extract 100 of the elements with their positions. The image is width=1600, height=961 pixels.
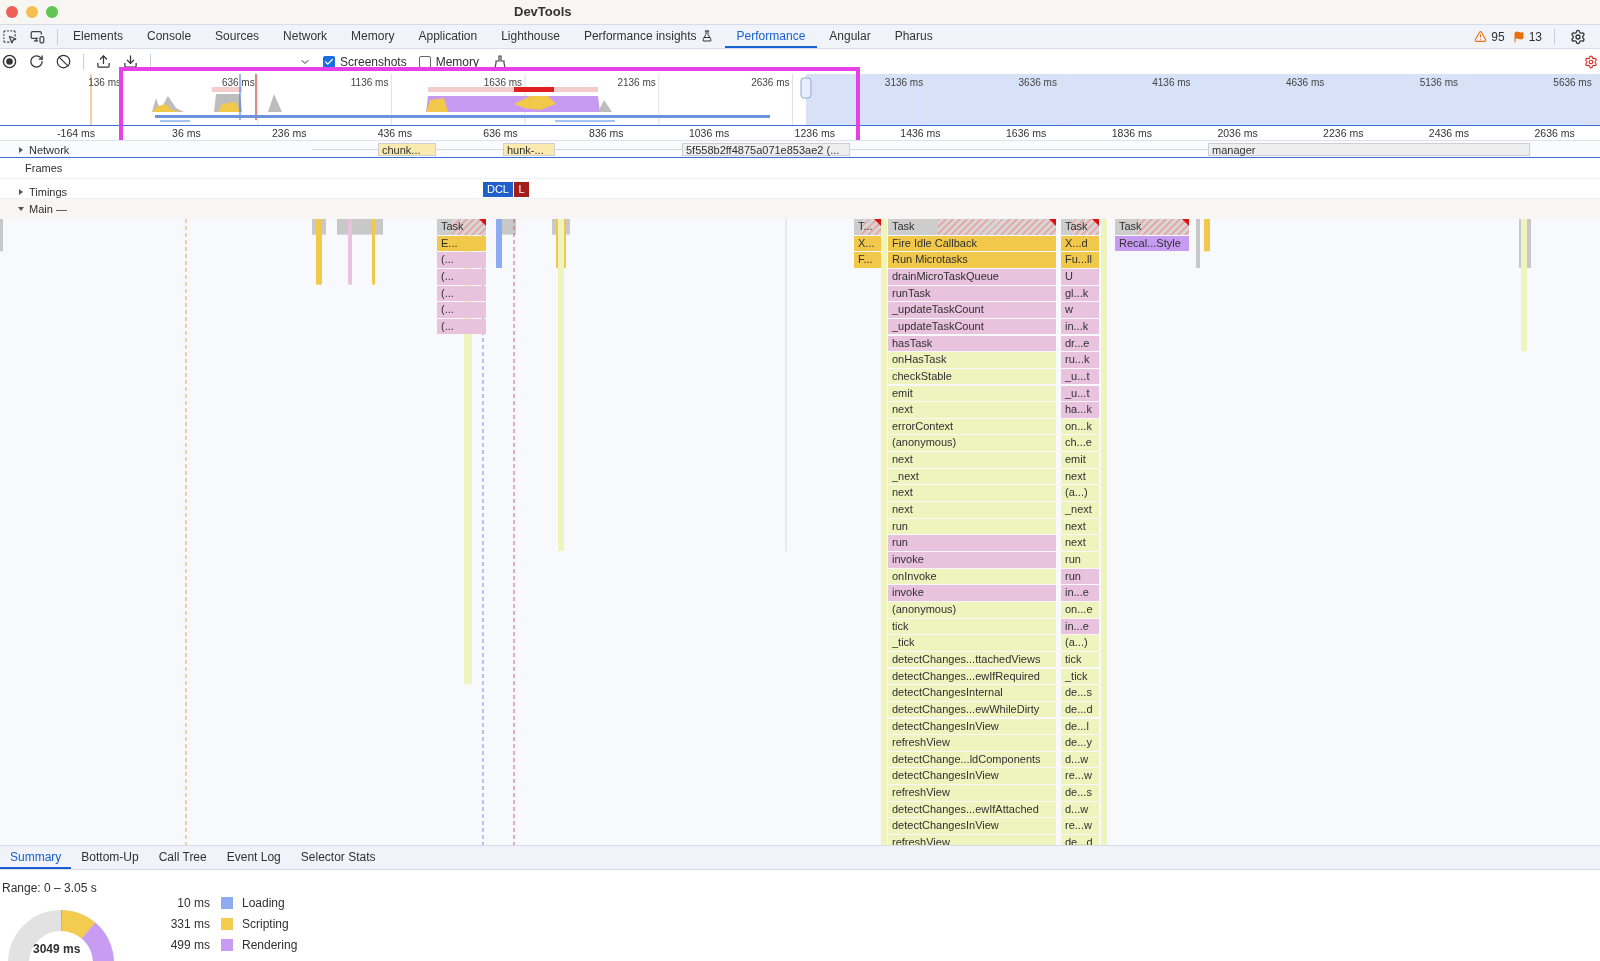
expand-arrow-icon[interactable] — [17, 188, 25, 197]
details-tab[interactable]: Summary — [0, 846, 72, 869]
flame-chart-entry[interactable]: re...w — [1061, 818, 1099, 834]
flame-chart-entry[interactable]: de...d — [1061, 701, 1099, 718]
flame-chart-entry[interactable]: d...w — [1061, 801, 1099, 818]
flame-chart-entry[interactable]: next — [1061, 518, 1099, 535]
flame-chart-entry[interactable]: de...y — [1061, 735, 1099, 751]
record-icon[interactable] — [2, 54, 17, 69]
panel-tab[interactable]: Application — [406, 25, 490, 48]
flame-chart-entry[interactable]: detectChangesInView — [888, 718, 1056, 735]
flame-chart-entry[interactable]: gl...k — [1061, 285, 1099, 302]
flame-chart-entry[interactable]: d...w — [1061, 751, 1099, 768]
flame-chart-entry[interactable]: detectChanges...ewWhileDirty — [888, 701, 1056, 718]
flame-chart-entry[interactable]: onHasTask — [888, 352, 1056, 368]
flame-chart-entry[interactable]: next — [1061, 468, 1099, 485]
flame-chart-entry[interactable]: Run Microtasks — [888, 252, 1056, 268]
flame-chart-entry[interactable]: de...s — [1061, 685, 1099, 701]
flame-chart-entry[interactable]: run — [888, 535, 1056, 551]
network-request-bar[interactable]: 5f558b2ff4875a071e853ae2 (... — [682, 143, 850, 156]
flame-chart-entry[interactable]: detectChangesInView — [888, 768, 1056, 785]
panel-tab[interactable]: Console — [135, 25, 204, 48]
flame-chart-entry[interactable]: F... — [854, 252, 881, 268]
flame-chart-entry[interactable]: in...e — [1061, 618, 1099, 635]
flame-chart-entry[interactable]: (... — [437, 302, 486, 318]
flame-chart-entry[interactable]: _u...t — [1061, 368, 1099, 385]
flame-chart-entry[interactable]: E... — [437, 235, 486, 252]
warning-count[interactable]: 95 — [1491, 27, 1505, 46]
flame-chart-entry[interactable]: re...w — [1061, 768, 1099, 785]
flame-chart-entry[interactable]: invoke — [888, 552, 1056, 568]
network-request-bar[interactable]: manager — [1208, 143, 1530, 156]
flame-chart-entry[interactable]: Task — [888, 219, 1056, 235]
checkbox[interactable] — [323, 55, 335, 68]
flame-chart-entry[interactable]: detectChanges...ttachedViews — [888, 651, 1056, 668]
flame-chart-entry[interactable]: Task — [1061, 219, 1099, 235]
flame-chart-entry[interactable]: Fire Idle Callback — [888, 235, 1056, 252]
flame-chart-entry[interactable]: (a...) — [1061, 485, 1099, 501]
panel-tab[interactable]: Sources — [203, 25, 272, 48]
flame-chart-entry[interactable]: run — [888, 518, 1056, 535]
flame-chart-entry[interactable]: next — [888, 502, 1056, 518]
inspect-icon[interactable] — [2, 29, 17, 44]
flame-chart-entry[interactable]: _updateTaskCount — [888, 302, 1056, 318]
device-toolbar-icon[interactable] — [30, 29, 45, 44]
warning-icon[interactable] — [1474, 30, 1488, 43]
flame-chart-entry[interactable]: runTask — [888, 285, 1056, 302]
issue-flag-icon[interactable] — [1512, 30, 1525, 43]
flame-chart-entry[interactable]: tick — [1061, 651, 1099, 668]
flame-chart-entry[interactable]: Task — [1115, 219, 1189, 235]
flame-chart-entry[interactable]: detectChanges...ewIfAttached — [888, 801, 1056, 818]
flame-chart-entry[interactable]: Task — [437, 219, 486, 235]
flame-chart-entry[interactable]: emit — [1061, 452, 1099, 468]
flame-chart-entry[interactable]: (a...) — [1061, 635, 1099, 651]
checkbox[interactable] — [418, 55, 431, 68]
flame-chart-entry[interactable]: (... — [437, 285, 486, 302]
flame-chart-entry[interactable]: _updateTaskCount — [888, 318, 1056, 335]
flame-chart-entry[interactable]: ch...e — [1061, 435, 1099, 452]
flame-chart-entry[interactable]: detectChange...ldComponents — [888, 751, 1056, 768]
flame-chart-entry[interactable]: de...l — [1061, 718, 1099, 735]
flame-chart-entry[interactable]: X... — [854, 235, 881, 252]
flame-chart-entry[interactable]: (... — [437, 318, 486, 335]
panel-tab[interactable]: Performance insights — [571, 25, 725, 48]
expand-arrow-icon[interactable] — [17, 205, 25, 213]
details-tab[interactable]: Bottom-Up — [71, 846, 149, 869]
flame-chart-entry[interactable]: run — [1061, 552, 1099, 568]
reload-icon[interactable] — [29, 54, 44, 69]
flame-chart-entry[interactable]: detectChangesInView — [888, 818, 1056, 834]
panel-tab[interactable]: Pharus — [882, 25, 945, 48]
flame-chart-entry[interactable]: X...d — [1061, 235, 1099, 252]
flame-chart-entry[interactable]: next — [1061, 535, 1099, 551]
network-request-bar[interactable]: hunk-... — [503, 143, 555, 156]
flame-chart-entry[interactable]: _next — [888, 468, 1056, 485]
flame-chart-entry[interactable]: drainMicroTaskQueue — [888, 268, 1056, 285]
flame-chart-entry[interactable]: dr...e — [1061, 335, 1099, 352]
flame-chart-entry[interactable]: in...k — [1061, 318, 1099, 335]
flame-chart-entry[interactable]: next — [888, 485, 1056, 501]
flame-chart-entry[interactable]: de...s — [1061, 785, 1099, 801]
upload-icon[interactable] — [96, 54, 111, 69]
details-tab[interactable]: Event Log — [216, 846, 291, 869]
panel-tab[interactable]: Network — [271, 25, 340, 48]
flame-chart-entry[interactable]: on...e — [1061, 601, 1099, 618]
flame-chart-entry[interactable]: emit — [888, 385, 1056, 402]
flame-chart-entry[interactable]: (anonymous) — [888, 435, 1056, 452]
flame-chart-entry[interactable]: detectChanges...ewIfRequired — [888, 668, 1056, 685]
flame-chart-entry[interactable]: Fu...ll — [1061, 252, 1099, 268]
flame-chart-entry[interactable]: in...e — [1061, 585, 1099, 601]
flame-chart-entry[interactable]: on...k — [1061, 418, 1099, 435]
timing-marker[interactable]: DCL — [483, 182, 513, 197]
flame-chart-entry[interactable]: next — [888, 452, 1056, 468]
flame-chart-entry[interactable]: ha...k — [1061, 402, 1099, 418]
panel-tab[interactable]: Elements — [61, 25, 136, 48]
flame-chart-entry[interactable]: _tick — [1061, 668, 1099, 685]
flame-chart-entry[interactable]: detectChangesInternal — [888, 685, 1056, 701]
flame-chart-entry[interactable]: refreshView — [888, 735, 1056, 751]
flame-chart-entry[interactable]: checkStable — [888, 368, 1056, 385]
flame-chart-entry[interactable]: w — [1061, 302, 1099, 318]
settings-icon[interactable] — [1570, 28, 1586, 45]
flame-chart-entry[interactable]: _tick — [888, 635, 1056, 651]
flame-chart-entry[interactable]: (... — [437, 268, 486, 285]
flame-chart-entry[interactable]: T... — [854, 219, 881, 235]
flame-chart-entry[interactable]: errorContext — [888, 418, 1056, 435]
panel-tab[interactable]: Angular — [817, 25, 883, 48]
